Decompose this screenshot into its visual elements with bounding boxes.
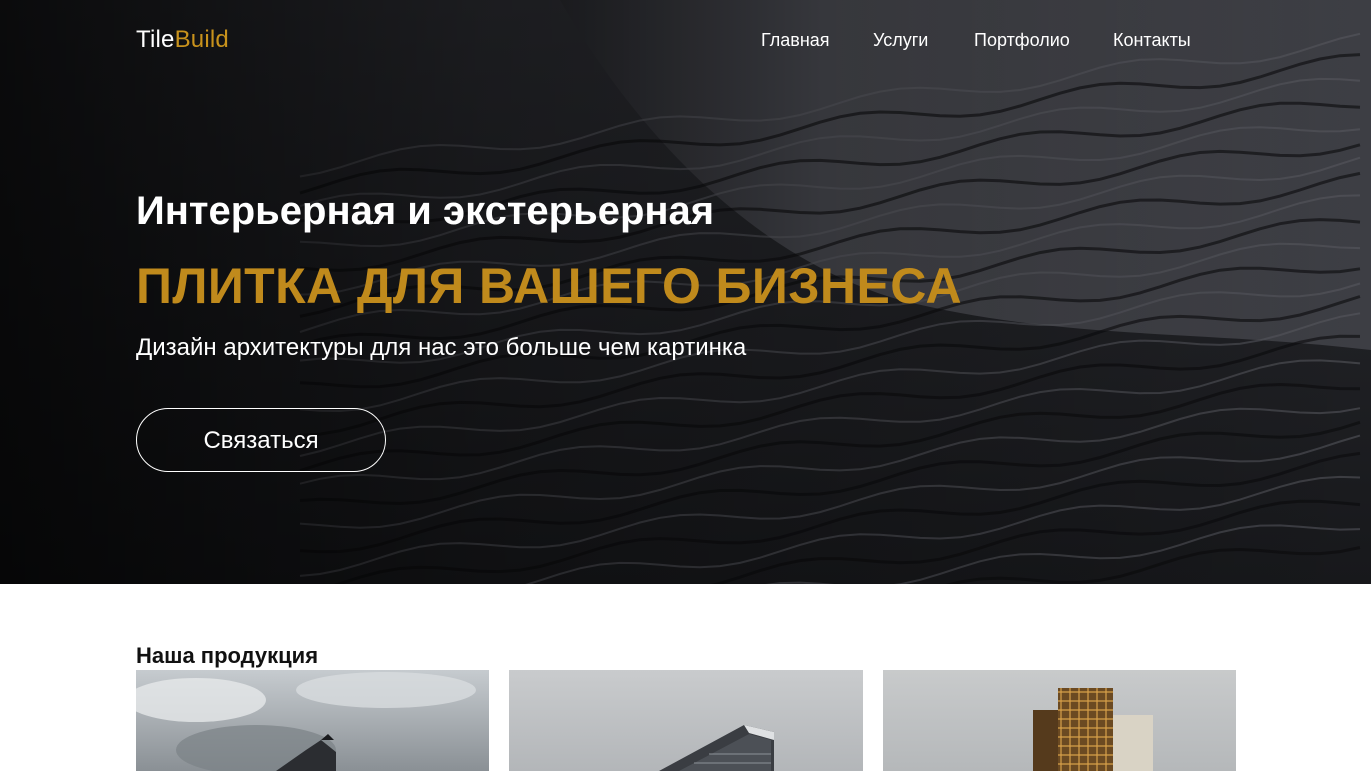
product-card-1[interactable]: [136, 670, 489, 771]
hero-title: ПЛИТКА ДЛЯ ВАШЕГО БИЗНЕСА: [136, 258, 962, 314]
contact-button[interactable]: Связаться: [136, 408, 386, 472]
nav-link-portfolio[interactable]: Портфолио: [974, 29, 1070, 51]
golden-tower-image: [883, 670, 1236, 771]
nav-link-services[interactable]: Услуги: [873, 29, 928, 51]
nav-link-contacts[interactable]: Контакты: [1113, 29, 1191, 51]
hero-tagline: Дизайн архитектуры для нас это больше че…: [136, 334, 747, 361]
building-cloudy-sky-image: [136, 670, 489, 771]
hero-section: TileBuild Главная Услуги Портфолио Конта…: [0, 0, 1371, 584]
hero-subtitle: Интерьерная и экстерьерная: [136, 189, 715, 233]
product-card-2[interactable]: [509, 670, 863, 771]
glass-building-image: [509, 670, 863, 771]
products-section-title: Наша продукция: [136, 643, 319, 668]
product-card-3[interactable]: [883, 670, 1236, 771]
nav-link-home[interactable]: Главная: [761, 29, 830, 51]
main-nav: Главная Услуги Портфолио Контакты: [0, 29, 1371, 51]
